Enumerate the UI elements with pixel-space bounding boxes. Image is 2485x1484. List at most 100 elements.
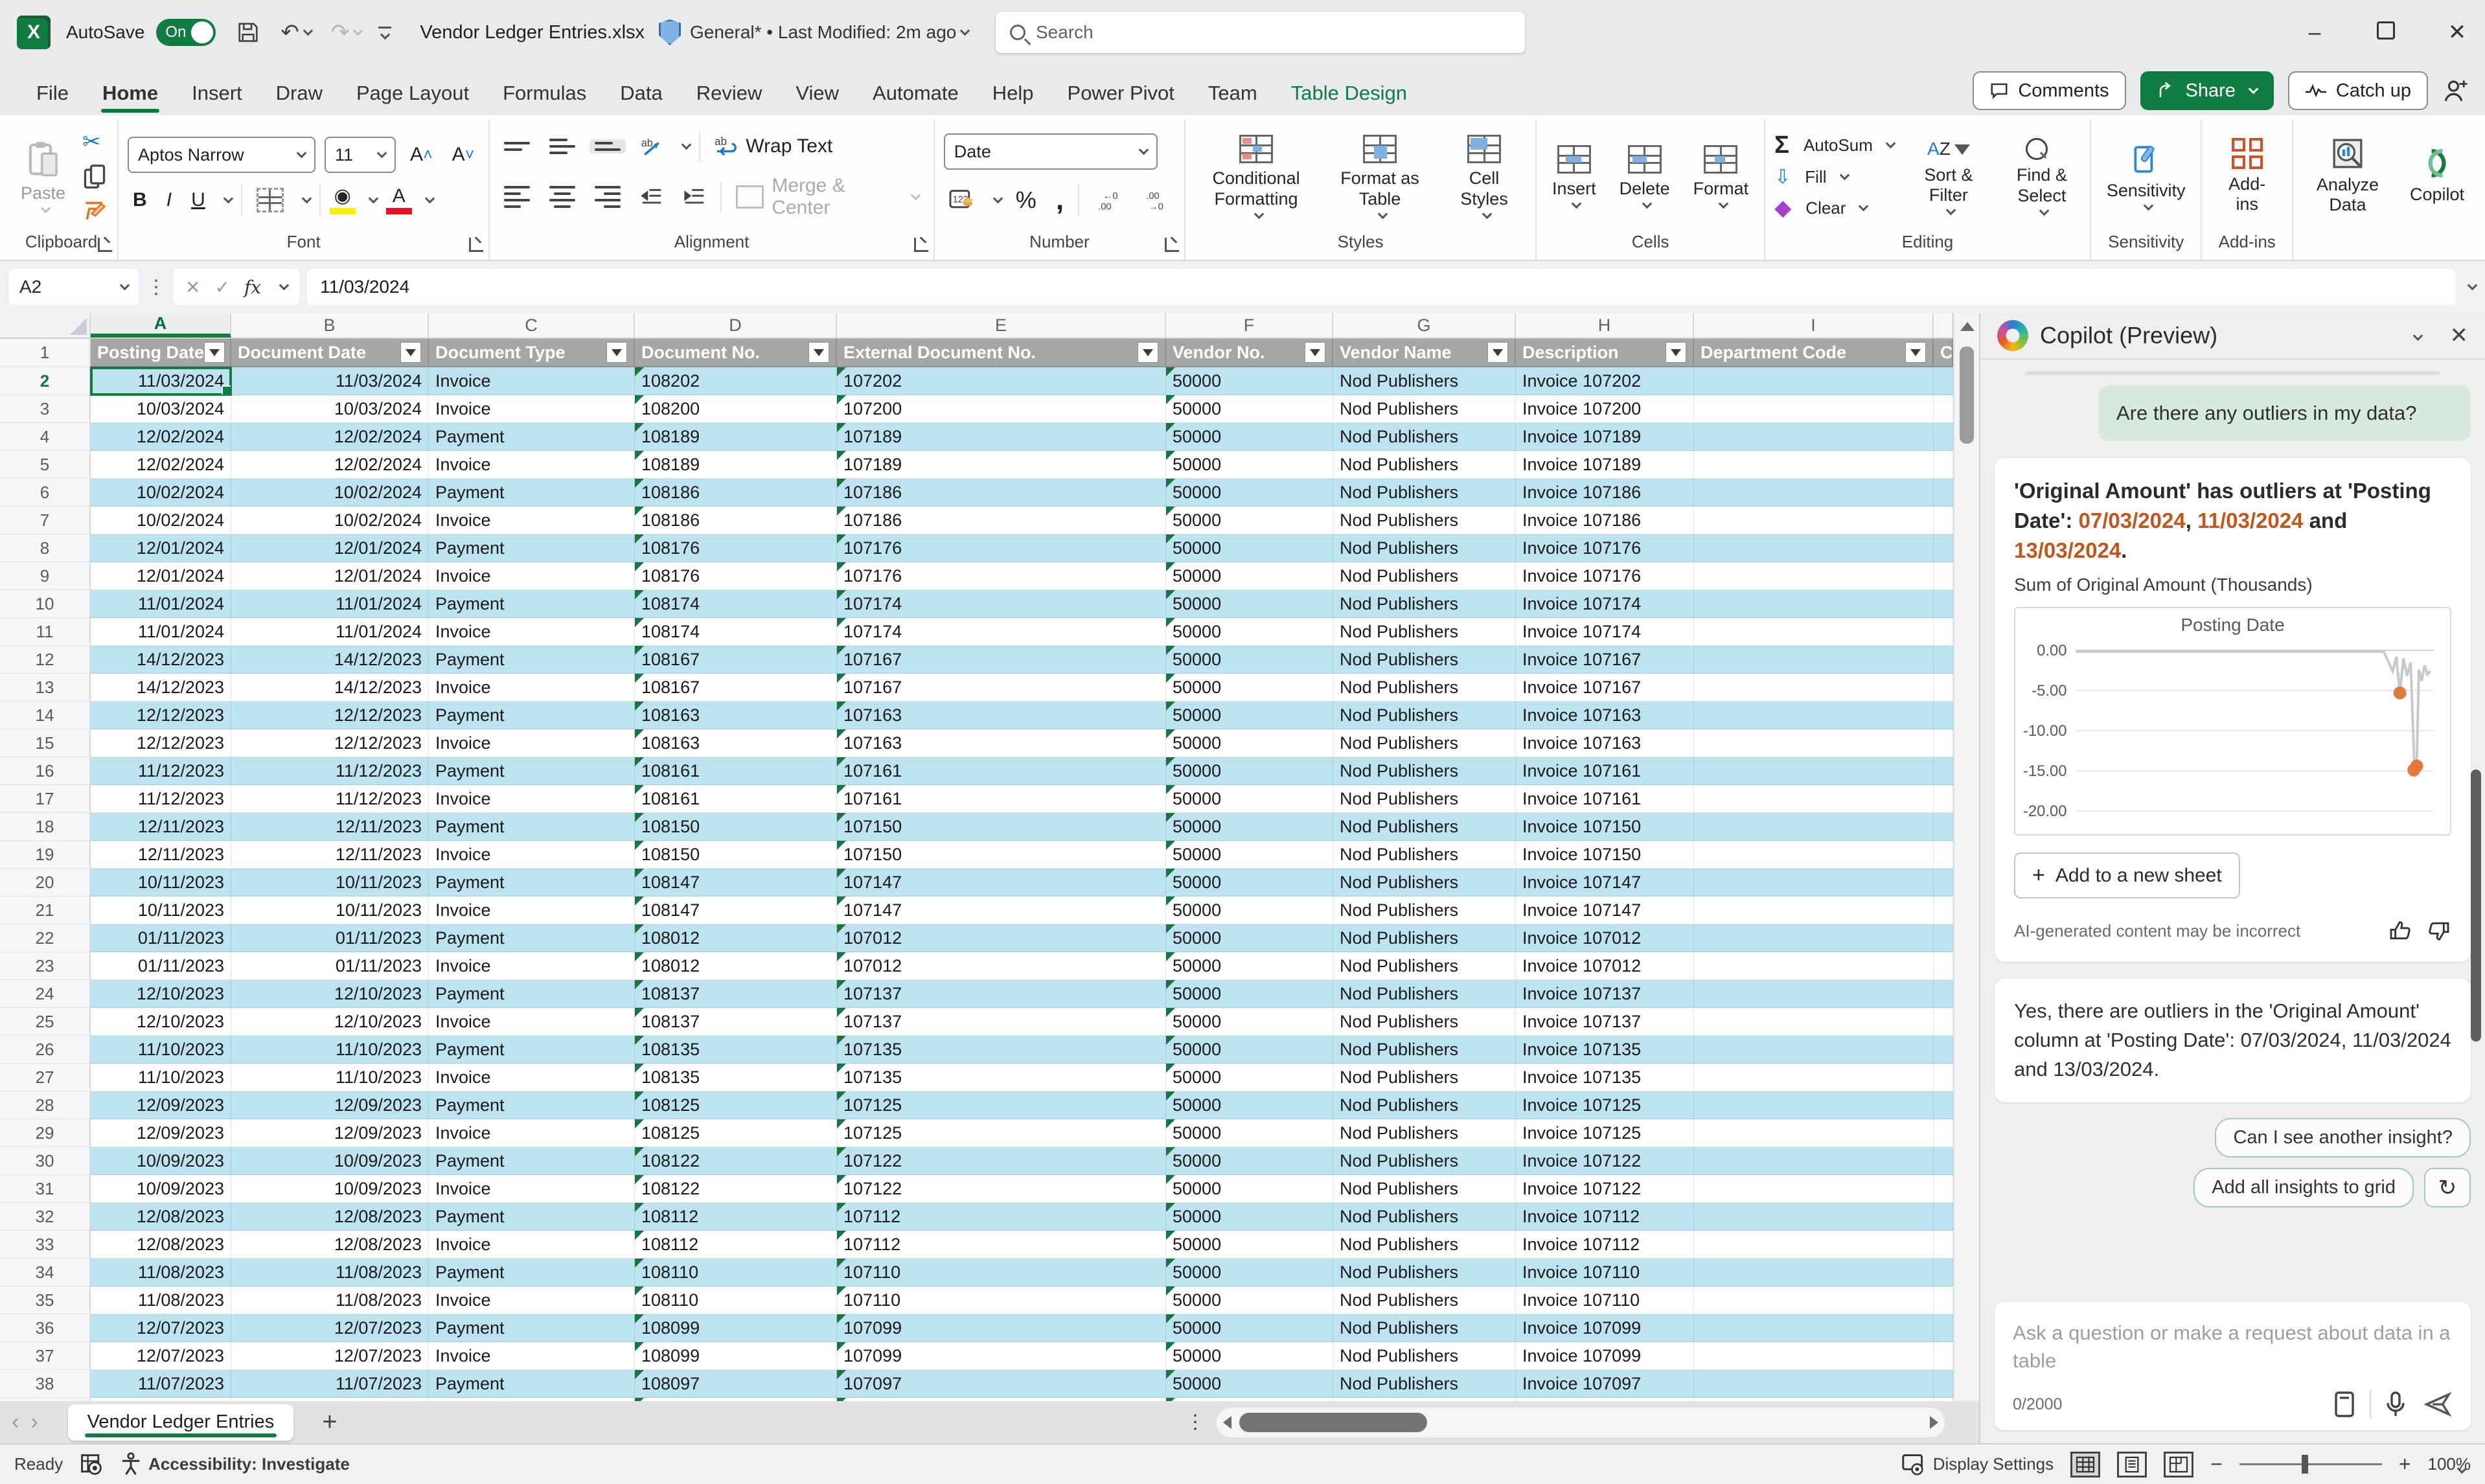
cell[interactable]: 108176 — [635, 562, 837, 590]
bold-button[interactable]: B — [128, 187, 152, 214]
cell[interactable] — [1694, 1175, 1934, 1203]
cell[interactable] — [1934, 1342, 1953, 1370]
sheet-tab-vendor-ledger-entries[interactable]: Vendor Ledger Entries — [68, 1404, 294, 1441]
cell[interactable]: 50000 — [1166, 423, 1333, 451]
cell[interactable]: 107174 — [837, 590, 1166, 618]
cell[interactable]: Payment — [429, 534, 635, 562]
cell[interactable] — [1934, 590, 1953, 618]
cell[interactable]: Nod Publishers — [1333, 646, 1516, 674]
cell[interactable]: Invoice 107174 — [1516, 618, 1694, 646]
row-number[interactable]: 33 — [0, 1231, 91, 1259]
cell[interactable] — [1694, 534, 1934, 562]
cell[interactable]: 10/09/2023 — [231, 1147, 429, 1175]
cell[interactable]: 11/08/2023 — [91, 1259, 231, 1286]
cell[interactable]: 108137 — [635, 980, 837, 1008]
cell[interactable]: Nod Publishers — [1333, 395, 1516, 423]
cell[interactable]: 10/02/2024 — [91, 479, 231, 507]
row-number[interactable]: 10 — [0, 590, 91, 618]
cell[interactable]: Invoice 107161 — [1516, 785, 1694, 813]
cell[interactable]: 107099 — [837, 1342, 1166, 1370]
zoom-slider[interactable] — [2239, 1463, 2382, 1465]
cell[interactable] — [1934, 562, 1953, 590]
orientation-button[interactable]: ab — [635, 132, 669, 161]
cell[interactable] — [1694, 1203, 1934, 1231]
underline-button[interactable]: U — [186, 187, 211, 214]
cell[interactable]: Payment — [429, 924, 635, 952]
row-number[interactable]: 22 — [0, 924, 91, 952]
cell[interactable]: 108202 — [635, 367, 837, 395]
align-top-button[interactable] — [499, 139, 535, 154]
cell[interactable]: 12/09/2023 — [91, 1119, 231, 1147]
cell[interactable]: Invoice 107112 — [1516, 1203, 1694, 1231]
cell[interactable] — [1934, 1175, 1953, 1203]
cell[interactable]: 50000 — [1166, 590, 1333, 618]
cell[interactable]: Invoice — [429, 952, 635, 980]
cell[interactable]: 10/11/2023 — [91, 896, 231, 924]
cell[interactable]: 107122 — [837, 1175, 1166, 1203]
cell[interactable]: 10/03/2024 — [231, 395, 429, 423]
cell[interactable]: 12/07/2023 — [231, 1342, 429, 1370]
cell[interactable]: 10/11/2023 — [91, 869, 231, 896]
column-letter-G[interactable]: G — [1333, 313, 1516, 337]
format-painter-button[interactable] — [82, 199, 108, 223]
cell[interactable]: 108099 — [635, 1342, 837, 1370]
align-bottom-button[interactable] — [590, 139, 626, 154]
cell[interactable]: 10/11/2023 — [231, 869, 429, 896]
cell[interactable] — [1934, 980, 1953, 1008]
cell[interactable] — [1934, 1147, 1953, 1175]
cell[interactable]: 11/10/2023 — [231, 1064, 429, 1091]
cell[interactable]: 50000 — [1166, 729, 1333, 757]
cell[interactable]: 50000 — [1166, 367, 1333, 395]
cell[interactable]: Nod Publishers — [1333, 785, 1516, 813]
add-sheet-button[interactable]: + — [322, 1408, 337, 1437]
filter-button[interactable] — [204, 342, 225, 363]
cell[interactable]: 108163 — [635, 702, 837, 729]
cell[interactable]: Invoice — [429, 896, 635, 924]
cell[interactable]: Nod Publishers — [1333, 869, 1516, 896]
cell[interactable]: Invoice 107137 — [1516, 1008, 1694, 1036]
cell[interactable]: 108122 — [635, 1175, 837, 1203]
cell[interactable]: Invoice — [429, 562, 635, 590]
cell[interactable]: 107189 — [837, 423, 1166, 451]
cell[interactable]: 10/09/2023 — [231, 1175, 429, 1203]
cell[interactable]: 50000 — [1166, 896, 1333, 924]
cell[interactable]: 108167 — [635, 646, 837, 674]
cell[interactable]: Invoice 107167 — [1516, 674, 1694, 702]
cell[interactable] — [1694, 674, 1934, 702]
column-header-description[interactable]: Description — [1516, 339, 1694, 367]
filter-button[interactable] — [606, 342, 627, 363]
cell[interactable]: Invoice 107150 — [1516, 813, 1694, 841]
cell[interactable]: 108189 — [635, 451, 837, 479]
cell[interactable] — [1934, 395, 1953, 423]
row-number[interactable]: 24 — [0, 980, 91, 1008]
cell[interactable]: Payment — [429, 1036, 635, 1064]
cell[interactable]: Nod Publishers — [1333, 1314, 1516, 1342]
cell[interactable] — [1934, 729, 1953, 757]
cell[interactable]: Invoice 107137 — [1516, 980, 1694, 1008]
fill-color-button[interactable]: ◉ — [330, 187, 356, 214]
percent-style-button[interactable]: % — [1011, 184, 1042, 216]
accessibility-status[interactable]: Accessibility: Investigate — [120, 1452, 350, 1477]
notebook-icon[interactable] — [2332, 1390, 2358, 1419]
cell[interactable]: 11/03/2024 — [231, 367, 429, 395]
cell[interactable]: Invoice 107099 — [1516, 1314, 1694, 1342]
cell[interactable]: 10/03/2024 — [91, 395, 231, 423]
cell[interactable]: Invoice — [429, 1008, 635, 1036]
cell[interactable]: 10/02/2024 — [231, 479, 429, 507]
cell[interactable]: 107110 — [837, 1259, 1166, 1286]
cell[interactable] — [1694, 729, 1934, 757]
filter-button[interactable] — [1305, 342, 1325, 363]
cell[interactable]: 12/10/2023 — [231, 980, 429, 1008]
row-number[interactable]: 20 — [0, 869, 91, 896]
cell[interactable]: Invoice 107161 — [1516, 757, 1694, 785]
cell[interactable]: Invoice 107122 — [1516, 1175, 1694, 1203]
cell[interactable] — [1694, 1342, 1934, 1370]
cell[interactable]: 12/11/2023 — [231, 813, 429, 841]
cell[interactable] — [1694, 646, 1934, 674]
tab-formulas[interactable]: Formulas — [486, 73, 603, 115]
cell[interactable]: 107200 — [837, 395, 1166, 423]
cell[interactable]: 12/07/2023 — [91, 1314, 231, 1342]
cell[interactable] — [1934, 1259, 1953, 1286]
cell[interactable] — [1934, 479, 1953, 507]
cell[interactable] — [1934, 1370, 1953, 1398]
